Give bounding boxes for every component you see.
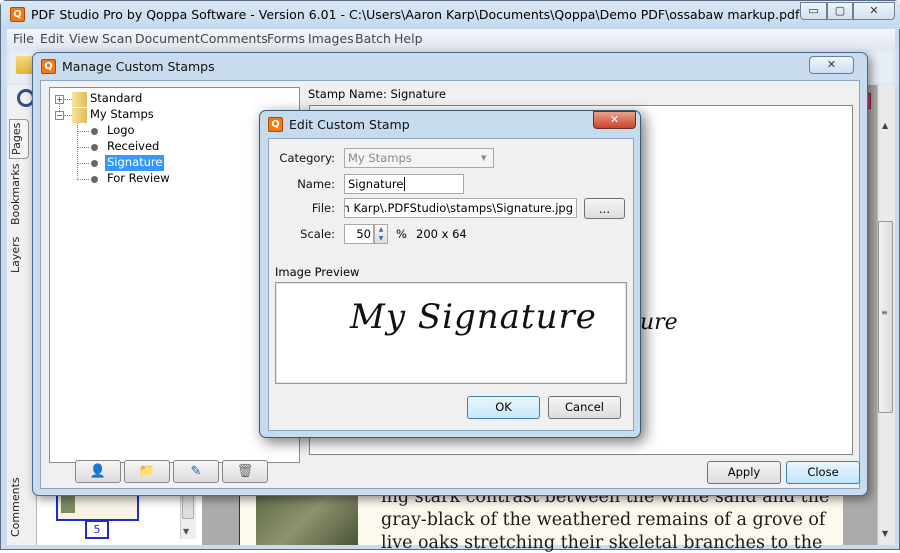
spin-down-icon[interactable]: ▼	[375, 234, 387, 243]
image-preview: My Signature	[275, 282, 627, 384]
spin-up-icon[interactable]: ▲	[375, 225, 387, 234]
close-window-button[interactable]: ✕	[853, 2, 895, 20]
app-logo-icon: Q	[41, 59, 56, 74]
scroll-down-arrow-icon[interactable]: ▼	[183, 527, 189, 536]
menu-view[interactable]: View	[69, 31, 99, 46]
scale-spinner[interactable]: ▲ ▼	[374, 224, 388, 244]
add-stamp-icon: 👤	[89, 464, 107, 479]
edit-stamp-button[interactable]: ✎	[173, 460, 219, 483]
close-button[interactable]: Close	[786, 461, 860, 484]
menu-scan[interactable]: Scan	[102, 31, 132, 46]
tree-connector	[77, 131, 89, 132]
maximize-button[interactable]: ▢	[827, 2, 853, 20]
browse-button[interactable]: ...	[584, 198, 625, 219]
scroll-down-arrow-icon[interactable]: ▼	[882, 529, 888, 538]
dialog-title: Manage Custom Stamps	[62, 59, 215, 74]
text-cursor	[404, 177, 406, 191]
minimize-button[interactable]: ▭	[800, 2, 827, 20]
menu-edit[interactable]: Edit	[40, 31, 64, 46]
thumbnail-image	[61, 495, 75, 513]
add-stamp-button[interactable]: 👤	[75, 460, 121, 483]
add-category-button[interactable]: 📁	[124, 460, 170, 483]
chevron-down-icon: ▼	[481, 154, 487, 162]
stamp-bullet-icon	[91, 144, 98, 151]
scale-label: Scale:	[300, 227, 335, 241]
dialog-title: Edit Custom Stamp	[289, 117, 410, 132]
edit-pencil-icon: ✎	[190, 464, 202, 479]
title-bar: Q PDF Studio Pro by Qoppa Software - Ver…	[1, 1, 900, 29]
tree-node-signature[interactable]: Signature	[105, 155, 165, 171]
menu-comments[interactable]: Comments	[200, 31, 268, 46]
menu-images[interactable]: Images	[308, 31, 354, 46]
cancel-button[interactable]: Cancel	[548, 396, 621, 419]
scale-input[interactable]: 50	[344, 224, 374, 244]
app-logo-icon: Q	[268, 117, 283, 132]
thumbnail-scroll-thumb[interactable]	[182, 495, 194, 519]
document-text-line: gray-black of the weathered remains of a…	[381, 510, 826, 530]
menu-document[interactable]: Document	[135, 31, 200, 46]
edit-custom-stamp-dialog: Q Edit Custom Stamp ✕ Category: My Stamp…	[259, 110, 641, 438]
image-preview-label: Image Preview	[275, 265, 360, 279]
category-label: Category:	[279, 151, 335, 165]
ok-button[interactable]: OK	[467, 396, 540, 419]
tree-node-received[interactable]: Received	[105, 139, 161, 155]
tree-node-for-review[interactable]: For Review	[105, 171, 172, 187]
name-input[interactable]: Signature	[344, 174, 464, 194]
tree-node-standard[interactable]: Standard	[88, 91, 144, 107]
stamp-bullet-icon	[91, 128, 98, 135]
menu-forms[interactable]: Forms	[267, 31, 305, 46]
app-logo-icon: Q	[10, 7, 25, 22]
close-dialog-button[interactable]: ✕	[809, 56, 854, 74]
stamp-name-label: Stamp Name: Signature	[308, 87, 446, 101]
tab-pages[interactable]: Pages	[9, 119, 29, 159]
tab-layers[interactable]: Layers	[9, 237, 29, 273]
category-select[interactable]: My Stamps	[344, 148, 494, 168]
name-label: Name:	[297, 177, 335, 191]
folder-icon	[72, 92, 87, 107]
dialog-body: Category: My Stamps ▼ Name: Signature Fi…	[268, 138, 634, 431]
file-label: File:	[311, 201, 335, 215]
add-folder-icon: 📁	[138, 464, 156, 479]
expand-icon[interactable]: +	[55, 95, 64, 104]
stamp-bullet-icon	[91, 176, 98, 183]
collapse-icon[interactable]: −	[55, 111, 64, 120]
thumbnail-page-number: 5	[85, 520, 109, 539]
tree-connector	[77, 163, 89, 164]
close-dialog-button[interactable]: ✕	[593, 111, 636, 129]
delete-stamp-button[interactable]: 🗑	[222, 460, 268, 483]
menu-file[interactable]: File	[13, 31, 34, 46]
tree-connector	[77, 147, 89, 148]
stamp-bullet-icon	[91, 160, 98, 167]
tree-node-my-stamps[interactable]: My Stamps	[88, 107, 156, 123]
tab-comments[interactable]: Comments	[9, 477, 29, 537]
tree-connector	[64, 99, 72, 100]
menu-bar: File Edit View Scan Document Comments Fo…	[7, 29, 895, 49]
document-text-line: live oaks stretching their skeletal bran…	[381, 533, 823, 553]
trash-icon: 🗑	[236, 464, 254, 479]
apply-button[interactable]: Apply	[707, 461, 781, 484]
menu-batch[interactable]: Batch	[355, 31, 391, 46]
window-title: PDF Studio Pro by Qoppa Software - Versi…	[31, 7, 800, 22]
menu-help[interactable]: Help	[394, 31, 423, 46]
name-value: Signature	[348, 177, 404, 191]
document-scroll-thumb[interactable]	[878, 221, 893, 413]
scroll-grip-icon: ≡	[881, 308, 888, 317]
document-photo	[256, 491, 358, 545]
tree-node-logo[interactable]: Logo	[105, 123, 137, 139]
image-dimensions: 200 x 64	[416, 227, 467, 241]
stamp-preview-signature: ure	[640, 310, 678, 335]
signature-image: My Signature	[350, 297, 597, 337]
folder-icon	[72, 108, 87, 123]
scale-unit: %	[396, 227, 407, 241]
scroll-up-arrow-icon[interactable]: ▲	[882, 121, 888, 130]
tree-connector	[64, 115, 72, 116]
file-path-input[interactable]: s\Aaron Karp\.PDFStudio\stamps\Signature…	[344, 198, 577, 218]
tree-connector	[77, 179, 89, 180]
tab-bookmarks[interactable]: Bookmarks	[9, 164, 29, 225]
file-path-value: s\Aaron Karp\.PDFStudio\stamps\Signature…	[345, 201, 573, 215]
